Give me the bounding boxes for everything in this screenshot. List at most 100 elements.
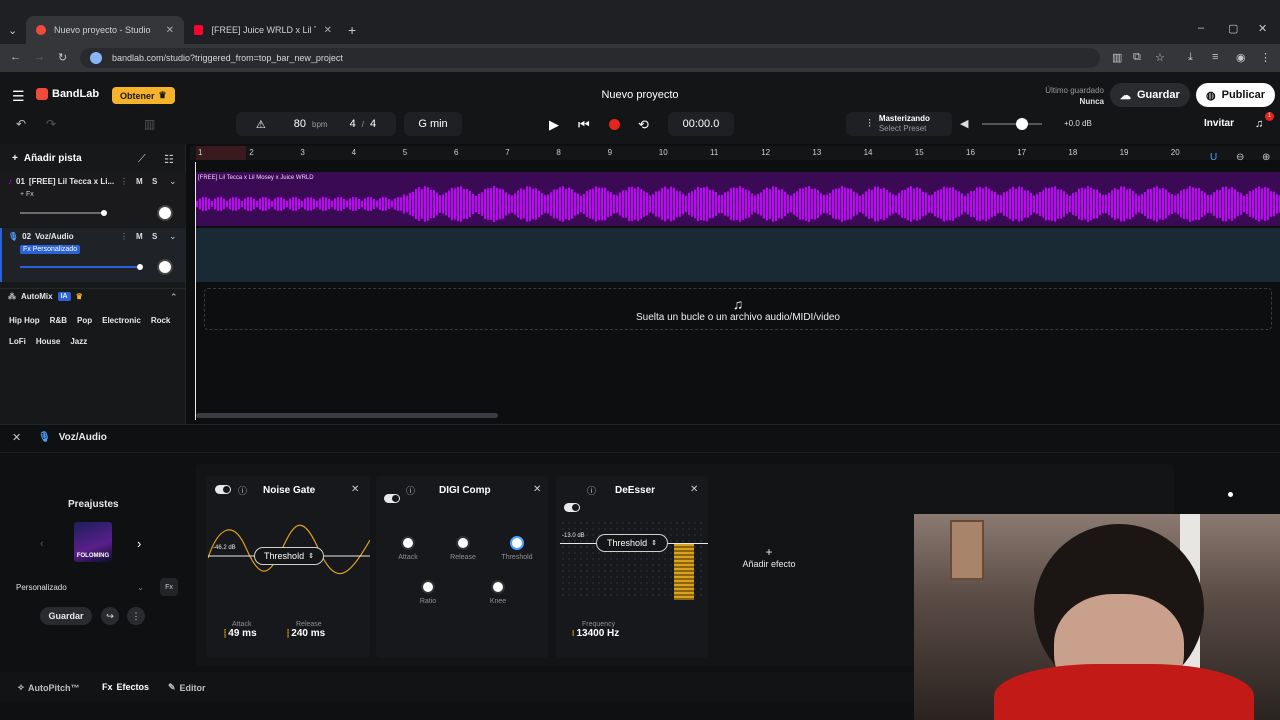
browser-tab-studio[interactable]: Nuevo proyecto - Studio ✕	[26, 16, 184, 44]
digi-comp-toggle[interactable]	[384, 494, 400, 503]
track-02-kebab-icon[interactable]: ⋮	[120, 232, 128, 241]
digi-comp-close-icon[interactable]: ✕	[533, 484, 541, 495]
info-icon[interactable]: ⓘ	[587, 484, 596, 497]
mastering-button[interactable]: ⫶ Masterizando Select Preset	[846, 112, 952, 136]
publicar-button[interactable]: ◍ Publicar	[1196, 83, 1276, 107]
info-icon[interactable]: ⓘ	[238, 484, 247, 497]
invitar-button[interactable]: Invitar	[1204, 118, 1234, 129]
tab-close-icon[interactable]: ✕	[166, 25, 174, 36]
comp-threshold-knob[interactable]: Threshold	[496, 536, 538, 561]
deesser-close-icon[interactable]: ✕	[690, 484, 698, 495]
drop-zone[interactable]: ♫ Suelta un bucle o un archivo audio/MID…	[204, 288, 1272, 330]
window-close-icon[interactable]: ✕	[1258, 22, 1267, 35]
time-sig-den[interactable]: 4	[370, 118, 376, 130]
horizontal-scrollbar[interactable]	[196, 413, 498, 418]
record-icon[interactable]	[609, 119, 620, 130]
tab-editor[interactable]: ✎ Editor	[168, 682, 206, 693]
back-icon[interactable]: ←	[10, 51, 21, 63]
comp-release-knob[interactable]: Release	[444, 536, 482, 561]
preset-artwork[interactable]: FOLOMING	[74, 522, 112, 562]
maximize-icon[interactable]: ▢	[1228, 22, 1238, 35]
preset-more-icon[interactable]: ⋮	[127, 607, 145, 625]
browser-tab-youtube[interactable]: [FREE] Juice WRLD x Lil Tecca Ty ✕	[184, 16, 342, 44]
track-02-pan-knob[interactable]	[157, 259, 173, 275]
comp-attack-knob[interactable]: Attack	[392, 536, 424, 561]
minimize-icon[interactable]: –	[1198, 22, 1204, 34]
noise-gate-toggle[interactable]	[215, 485, 231, 494]
key-selector[interactable]: G min	[404, 112, 462, 136]
preset-prev-icon[interactable]: ‹	[40, 538, 44, 550]
preset-next-icon[interactable]: ›	[137, 536, 141, 551]
profile-icon[interactable]: ◉	[1236, 51, 1246, 64]
genre-hiphop[interactable]: Hip Hop	[6, 313, 43, 328]
genre-rock[interactable]: Rock	[148, 313, 174, 328]
site-info-icon[interactable]	[90, 52, 102, 64]
obtener-button[interactable]: Obtener ♛	[112, 87, 175, 104]
magnet-icon[interactable]: U	[1210, 152, 1217, 163]
track-01-expand-icon[interactable]: ⌄	[169, 176, 177, 187]
undo-icon[interactable]: ↶	[16, 117, 26, 131]
project-title[interactable]: Nuevo proyecto	[540, 89, 740, 101]
audio-clip-track-01[interactable]: [FREE] Lil Tecca x Lil Mosey x Juice WRL…	[196, 172, 1280, 226]
reader-icon[interactable]: ▥	[1112, 51, 1122, 64]
preset-guardar-button[interactable]: Guardar	[40, 607, 92, 625]
track-01-solo[interactable]: S	[152, 177, 157, 186]
zoom-in-icon[interactable]: ⊕	[1262, 152, 1270, 163]
wand-icon[interactable]: ⟋	[138, 153, 146, 166]
loop-region[interactable]	[196, 146, 246, 160]
track-01-volume-thumb[interactable]	[101, 210, 107, 216]
skip-back-icon[interactable]: ⏮	[578, 117, 590, 133]
track-02-expand-icon[interactable]: ⌄	[169, 231, 177, 242]
media-icon[interactable]: ≡	[1212, 51, 1218, 63]
hamburger-menu-icon[interactable]: ☰	[12, 88, 25, 105]
collapse-chevron-icon[interactable]: ⌃	[170, 292, 178, 303]
track-01-kebab-icon[interactable]: ⋮	[120, 177, 128, 186]
track-01-pan-knob[interactable]	[157, 205, 173, 221]
master-volume-slider[interactable]	[982, 123, 1042, 125]
genre-jazz[interactable]: Jazz	[67, 334, 90, 349]
noise-gate-threshold-pill[interactable]: Threshold ⇕	[254, 547, 324, 565]
master-volume-thumb[interactable]	[1016, 118, 1028, 130]
speaker-icon[interactable]: ◀	[960, 117, 968, 130]
genre-pop[interactable]: Pop	[74, 313, 95, 328]
deesser-threshold-pill[interactable]: Threshold ⇕	[596, 534, 668, 552]
tab-list-chevron-icon[interactable]: ⌄	[8, 24, 17, 37]
comp-knee-knob[interactable]: Knee	[482, 580, 514, 605]
genre-lofi[interactable]: LoFi	[6, 334, 29, 349]
zoom-out-icon[interactable]: ⊖	[1236, 152, 1244, 163]
genre-rnb[interactable]: R&B	[47, 313, 70, 328]
tab-close-icon[interactable]: ✕	[324, 25, 332, 36]
track-02-fx-badge[interactable]: Fx Personalizado	[20, 245, 81, 254]
empty-track-02[interactable]	[196, 228, 1280, 282]
attack-param[interactable]: Attack ⸽ 49 ms	[224, 621, 257, 639]
metronome-icon[interactable]: ⚠	[256, 118, 266, 131]
track-01-header[interactable]: ♪ 01 [FREE] Lil Tecca x Li...	[8, 177, 118, 186]
tab-efectos[interactable]: Fx Efectos	[102, 682, 149, 692]
comp-ratio-knob[interactable]: Ratio	[412, 580, 444, 605]
add-effect-button[interactable]: + Añadir efecto	[730, 545, 808, 569]
play-icon[interactable]: ▶	[549, 117, 559, 133]
release-param[interactable]: Release ⸽ 240 ms	[287, 621, 325, 639]
noise-gate-close-icon[interactable]: ✕	[351, 484, 359, 495]
time-sig-num[interactable]: 4	[350, 118, 356, 130]
close-panel-icon[interactable]: ✕	[12, 431, 21, 444]
guardar-button[interactable]: ☁ Guardar	[1110, 83, 1190, 107]
tab-autopitch[interactable]: ⟡ AutoPitch™	[18, 682, 79, 693]
automix-header[interactable]: ⁂ AutoMix IA ♛	[8, 292, 83, 301]
forward-icon[interactable]: →	[34, 51, 45, 63]
bookmark-star-icon[interactable]: ☆	[1155, 51, 1165, 64]
track-02-mute[interactable]: M	[136, 232, 143, 241]
loop-icon[interactable]: ⟲	[638, 117, 649, 133]
share-icon[interactable]: ↪	[101, 607, 119, 625]
track-01-fx[interactable]: + Fx	[20, 191, 34, 198]
download-icon[interactable]: ⤓	[1188, 51, 1193, 64]
track-02-solo[interactable]: S	[152, 232, 157, 241]
info-icon[interactable]: ⓘ	[406, 484, 415, 497]
preset-select[interactable]: Personalizado ⌄	[16, 583, 144, 592]
cast-icon[interactable]: ⧉	[1133, 51, 1141, 64]
menu-kebab-icon[interactable]: ⋮	[1260, 51, 1271, 64]
deesser-band[interactable]	[674, 544, 694, 600]
redo-icon[interactable]: ↷	[46, 117, 56, 131]
new-tab-icon[interactable]: +	[348, 22, 356, 38]
playhead[interactable]	[195, 162, 196, 420]
